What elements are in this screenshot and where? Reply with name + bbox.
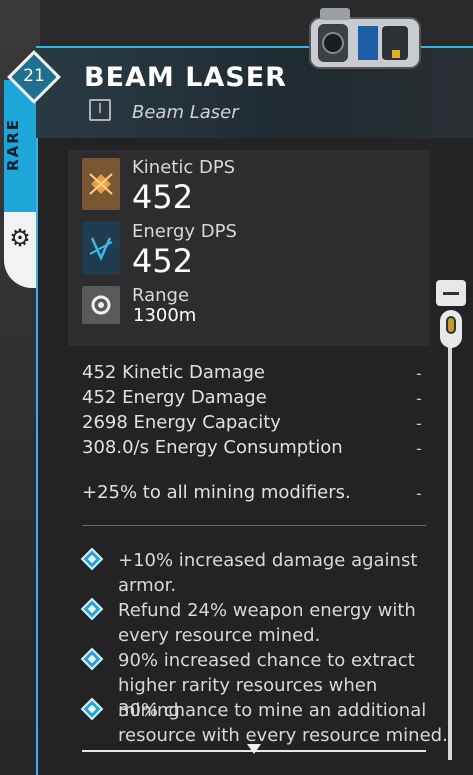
perk-item: +10% increased damage against armor. [80,547,442,598]
attribute-dash: - [416,389,422,408]
stat-value: 452 [132,178,194,216]
stat-label: Energy DPS [132,221,237,242]
rarity-label: RARE [4,118,22,171]
attribute-row: 452 Kinetic Damage [82,362,265,383]
level-number: 21 [23,66,45,86]
perk-diamond-icon [80,547,104,571]
scrollbar-thumb[interactable] [440,310,462,348]
perk-text: +10% increased damage against armor. [118,550,418,596]
item-subtitle: Beam Laser [132,102,239,123]
scrollbar-track[interactable] [448,340,452,760]
perk-item: 30% chance to mine an additional resourc… [80,697,448,748]
item-title: BEAM LASER [84,62,287,93]
energy-dps-icon [82,222,120,274]
scroll-to-top-button[interactable] [436,280,466,306]
bonus-row: +25% to all mining modifiers. [82,482,351,503]
perk-diamond-icon [80,597,104,621]
level-badge: 21 [7,50,61,104]
stat-value: 452 [132,242,194,280]
scrollbar-grip-icon [446,316,456,334]
scroll-top-icon [443,292,459,295]
perk-item: Refund 24% weapon energy with every reso… [80,597,442,648]
perk-item: 90% increased chance to extract higher r… [80,647,442,721]
stats-panel [68,150,430,346]
roman-numeral-one-icon: I [89,99,111,121]
kinetic-dps-icon [82,158,120,210]
perk-diamond-icon [80,647,104,671]
bonus-dash: - [416,484,422,503]
settings-tab[interactable]: ⚙ [4,212,36,288]
stat-value: 1300m [133,305,197,326]
attribute-row: 2698 Energy Capacity [82,412,281,433]
attribute-dash: - [416,364,422,383]
gear-icon: ⚙ [9,224,31,252]
attribute-row: 308.0/s Energy Consumption [82,437,343,458]
scroll-down-arrow-icon[interactable] [247,744,261,754]
perk-diamond-icon [80,697,104,721]
perk-text: 30% chance to mine an additional resourc… [118,700,448,746]
section-divider [82,525,426,526]
stat-label: Range [132,285,190,306]
attribute-dash: - [416,414,422,433]
item-thumbnail-icon [300,0,430,86]
range-icon [82,286,120,324]
attribute-dash: - [416,439,422,458]
attribute-row: 452 Energy Damage [82,387,267,408]
stat-label: Kinetic DPS [132,157,236,178]
perk-text: Refund 24% weapon energy with every reso… [118,600,416,646]
